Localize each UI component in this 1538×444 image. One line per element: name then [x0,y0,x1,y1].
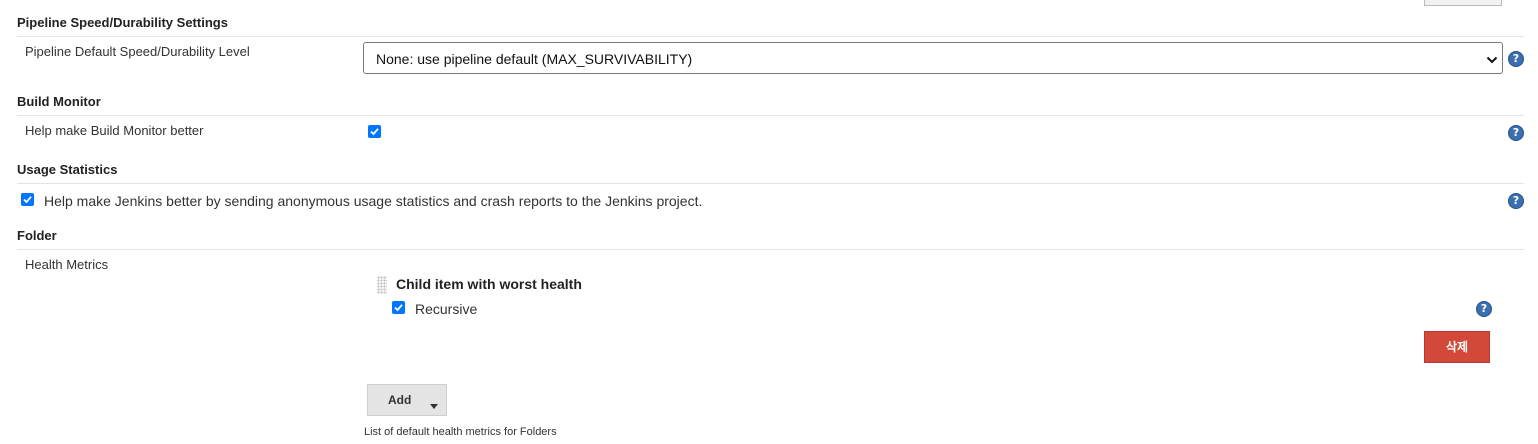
recursive-label[interactable]: Recursive [415,301,477,317]
usage-statistics-label[interactable]: Help make Jenkins better by sending anon… [44,193,702,209]
help-icon[interactable]: ? [1476,301,1492,317]
section-divider [17,115,1524,116]
add-metric-button[interactable]: Add [367,384,447,416]
drag-handle-icon[interactable] [377,276,387,294]
pipeline-level-value: None: use pipeline default (MAX_SURVIVAB… [376,51,693,67]
build-monitor-checkbox[interactable] [368,125,381,138]
checkmark-icon [23,196,32,204]
section-divider [17,249,1524,250]
chevron-down-icon [1486,53,1498,68]
pipeline-level-select[interactable]: None: use pipeline default (MAX_SURVIVAB… [363,42,1503,74]
usage-statistics-title: Usage Statistics [17,162,118,177]
top-cutoff-button[interactable] [1424,0,1502,6]
health-metrics-label: Health Metrics [25,257,109,272]
add-description: List of default health metrics for Folde… [364,426,557,438]
section-divider [17,183,1524,184]
help-icon[interactable]: ? [1508,193,1524,209]
pipeline-level-label: Pipeline Default Speed/Durability Level [25,44,250,59]
metric-title: Child item with worst health [396,276,582,292]
section-divider [17,36,1524,37]
pipeline-section-title: Pipeline Speed/Durability Settings [17,15,228,30]
usage-statistics-checkbox[interactable] [21,193,34,206]
checkmark-icon [394,304,403,312]
delete-button[interactable]: 삭제 [1424,331,1490,363]
checkmark-icon [370,128,379,136]
build-monitor-title: Build Monitor [17,94,101,109]
help-icon[interactable]: ? [1508,51,1524,67]
caret-down-icon [430,398,438,412]
help-icon[interactable]: ? [1508,125,1524,141]
build-monitor-label: Help make Build Monitor better [25,123,204,138]
add-button-label: Add [388,393,412,407]
recursive-checkbox[interactable] [392,301,405,314]
folder-title: Folder [17,228,57,243]
